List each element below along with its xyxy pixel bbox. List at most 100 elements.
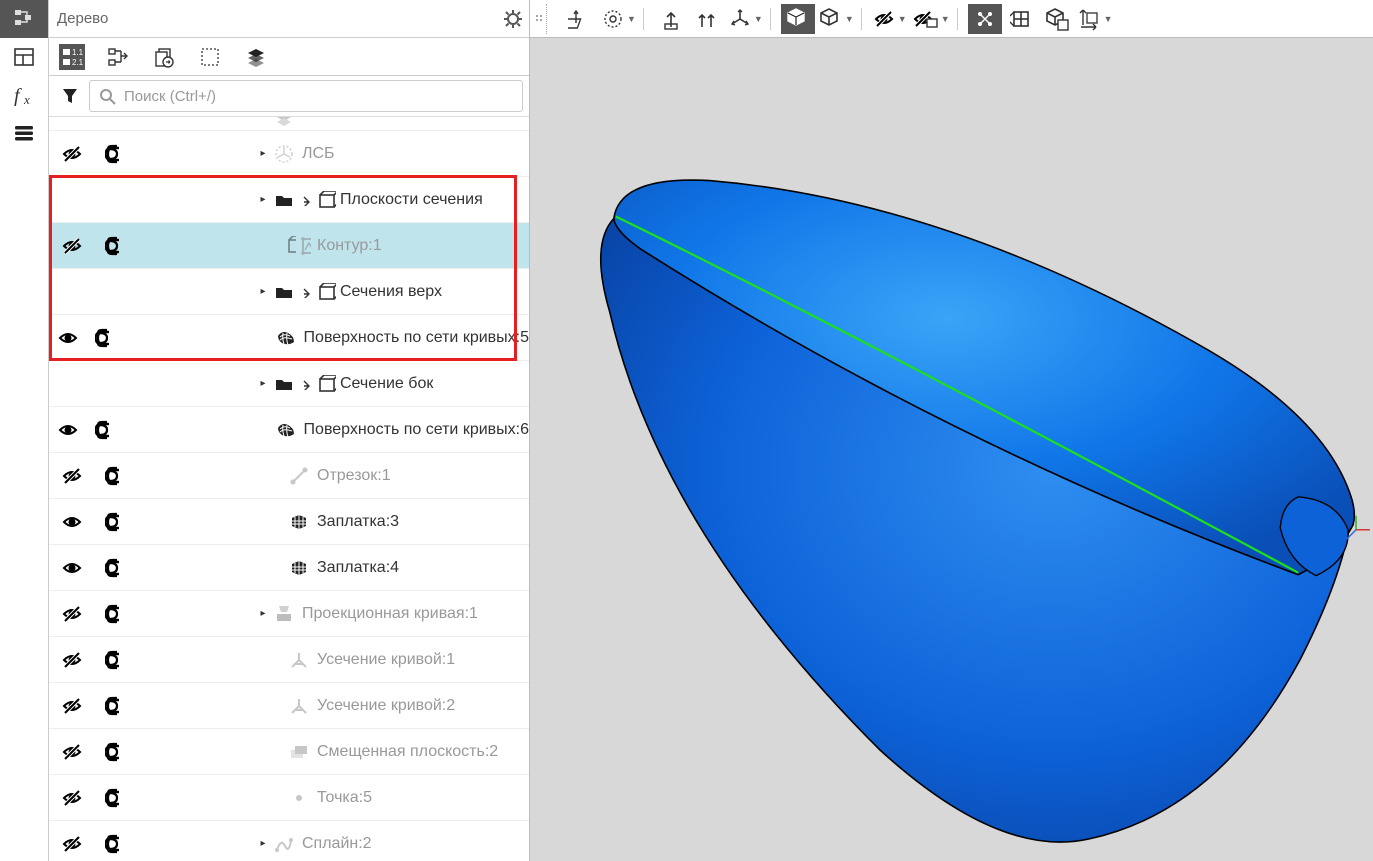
expand-toggle[interactable]: ▸ xyxy=(256,148,270,159)
visibility-toggle[interactable] xyxy=(49,604,94,624)
include-toggle[interactable] xyxy=(94,696,136,716)
spline-icon xyxy=(272,834,296,854)
tree-item-label: Поверхность по сети кривых:6 xyxy=(304,421,529,439)
include-toggle[interactable] xyxy=(87,420,123,440)
expand-toggle[interactable]: ▸ xyxy=(256,378,270,389)
expand-toggle[interactable]: ▸ xyxy=(256,608,270,619)
visibility-toggle[interactable] xyxy=(49,742,94,762)
tree-tb-2[interactable] xyxy=(105,44,131,70)
lcs-icon xyxy=(272,144,296,164)
include-toggle[interactable] xyxy=(94,236,136,256)
trim-icon xyxy=(287,650,311,670)
visibility-toggle[interactable] xyxy=(49,558,94,578)
include-toggle[interactable] xyxy=(94,788,136,808)
tree-item-11[interactable]: ▸ Проекционная кривая:1 xyxy=(49,591,529,637)
folder-icon xyxy=(272,282,296,302)
tree-item-label: Плоскости сечения xyxy=(340,191,483,209)
tree-item-label: Отрезок:1 xyxy=(317,467,391,485)
tree-item-label: Усечение кривой:2 xyxy=(317,697,455,715)
tree-item-label: Усечение кривой:1 xyxy=(317,651,455,669)
model-canvas[interactable] xyxy=(530,0,1373,861)
visibility-toggle[interactable] xyxy=(49,144,94,164)
tree-view-button[interactable] xyxy=(0,0,48,38)
tree-item-15[interactable]: Точка:5 xyxy=(49,775,529,821)
viewport-3d[interactable]: ▼ ▼ ▼ ▼ ▼ ▼ xyxy=(530,0,1373,861)
fx-button[interactable]: fx xyxy=(0,76,48,114)
tree-header: Дерево xyxy=(49,0,529,38)
layers-icon xyxy=(272,117,296,130)
tree-panel: Дерево 1.112.12 ▸ ЛСБ ▸ Плоскости сечения Ко… xyxy=(49,0,530,861)
tree-item-label: Точка:5 xyxy=(317,789,372,807)
tree-toolbar: 1.112.12 xyxy=(49,38,529,76)
visibility-toggle[interactable] xyxy=(49,466,94,486)
expand-toggle[interactable]: ▸ xyxy=(256,838,270,849)
tree-tb-5[interactable] xyxy=(243,44,269,70)
tree-item-5[interactable]: Поверхность по сети кривых:5 xyxy=(49,315,529,361)
include-toggle[interactable] xyxy=(94,512,136,532)
tree-item-4[interactable]: ▸ Сечения верх xyxy=(49,269,529,315)
tree-item-label: ЛСБ xyxy=(302,145,335,163)
segment-icon xyxy=(287,466,311,486)
tree-item-10[interactable]: Заплатка:4 xyxy=(49,545,529,591)
tree-item-0[interactable] xyxy=(49,117,529,131)
tree-item-2[interactable]: ▸ Плоскости сечения xyxy=(49,177,529,223)
tree-item-label: Заплатка:4 xyxy=(317,559,399,577)
tree-search-row xyxy=(49,76,529,117)
include-toggle[interactable] xyxy=(94,604,136,624)
tree-title: Дерево xyxy=(57,10,108,27)
tree-item-label: Проекционная кривая:1 xyxy=(302,605,478,623)
visibility-toggle[interactable] xyxy=(49,650,94,670)
include-toggle[interactable] xyxy=(94,558,136,578)
include-toggle[interactable] xyxy=(94,466,136,486)
tree-item-6[interactable]: ▸Сечение бок xyxy=(49,361,529,407)
visibility-toggle[interactable] xyxy=(49,696,94,716)
expand-toggle[interactable]: ▸ xyxy=(256,286,270,297)
oplane-icon xyxy=(287,742,311,762)
tree-item-9[interactable]: Заплатка:3 xyxy=(49,499,529,545)
tree-item-13[interactable]: Усечение кривой:2 xyxy=(49,683,529,729)
svg-text:x: x xyxy=(23,92,30,106)
search-box[interactable] xyxy=(89,80,523,112)
visibility-toggle[interactable] xyxy=(49,788,94,808)
trim-icon xyxy=(287,696,311,716)
tree-item-label: Сечения верх xyxy=(340,283,442,301)
tree-item-12[interactable]: Усечение кривой:1 xyxy=(49,637,529,683)
visibility-toggle[interactable] xyxy=(49,236,94,256)
tree-tb-4[interactable] xyxy=(197,44,223,70)
tree-item-3[interactable]: Контур:1 xyxy=(49,223,529,269)
stack-button[interactable] xyxy=(0,114,48,152)
tree-item-16[interactable]: ▸ Сплайн:2 xyxy=(49,821,529,861)
visibility-toggle[interactable] xyxy=(49,512,94,532)
surf-icon xyxy=(274,420,298,440)
tree-item-8[interactable]: Отрезок:1 xyxy=(49,453,529,499)
surf-icon xyxy=(274,328,298,348)
tree-settings-button[interactable] xyxy=(503,9,523,29)
include-toggle[interactable] xyxy=(87,328,123,348)
tree-item-7[interactable]: Поверхность по сети кривых:6 xyxy=(49,407,529,453)
expand-toggle[interactable]: ▸ xyxy=(256,194,270,205)
visibility-toggle[interactable] xyxy=(49,328,87,348)
tree-item-label: Поверхность по сети кривых:5 xyxy=(304,329,529,347)
include-toggle[interactable] xyxy=(94,650,136,670)
panel-button[interactable] xyxy=(0,38,48,76)
contour-icon xyxy=(287,236,311,256)
tree-item-label: Сплайн:2 xyxy=(302,835,372,853)
svg-text:1.11: 1.11 xyxy=(72,48,83,57)
search-icon xyxy=(98,87,116,105)
tree-item-1[interactable]: ▸ ЛСБ xyxy=(49,131,529,177)
search-input[interactable] xyxy=(122,87,514,106)
tree-item-label: Контур:1 xyxy=(317,237,382,255)
filter-button[interactable] xyxy=(55,81,85,111)
tree-item-14[interactable]: Смещенная плоскость:2 xyxy=(49,729,529,775)
folder-icon xyxy=(272,374,296,394)
visibility-toggle[interactable] xyxy=(49,834,94,854)
visibility-toggle[interactable] xyxy=(49,420,87,440)
tree-item-label: Смещенная плоскость:2 xyxy=(317,743,498,761)
tree-scroll[interactable]: ▸ ЛСБ ▸ Плоскости сечения Контур:1 ▸ Сечения в… xyxy=(49,117,529,861)
proj-icon xyxy=(272,604,296,624)
include-toggle[interactable] xyxy=(94,144,136,164)
include-toggle[interactable] xyxy=(94,834,136,854)
tree-tb-1[interactable]: 1.112.12 xyxy=(59,44,85,70)
tree-tb-3[interactable] xyxy=(151,44,177,70)
include-toggle[interactable] xyxy=(94,742,136,762)
